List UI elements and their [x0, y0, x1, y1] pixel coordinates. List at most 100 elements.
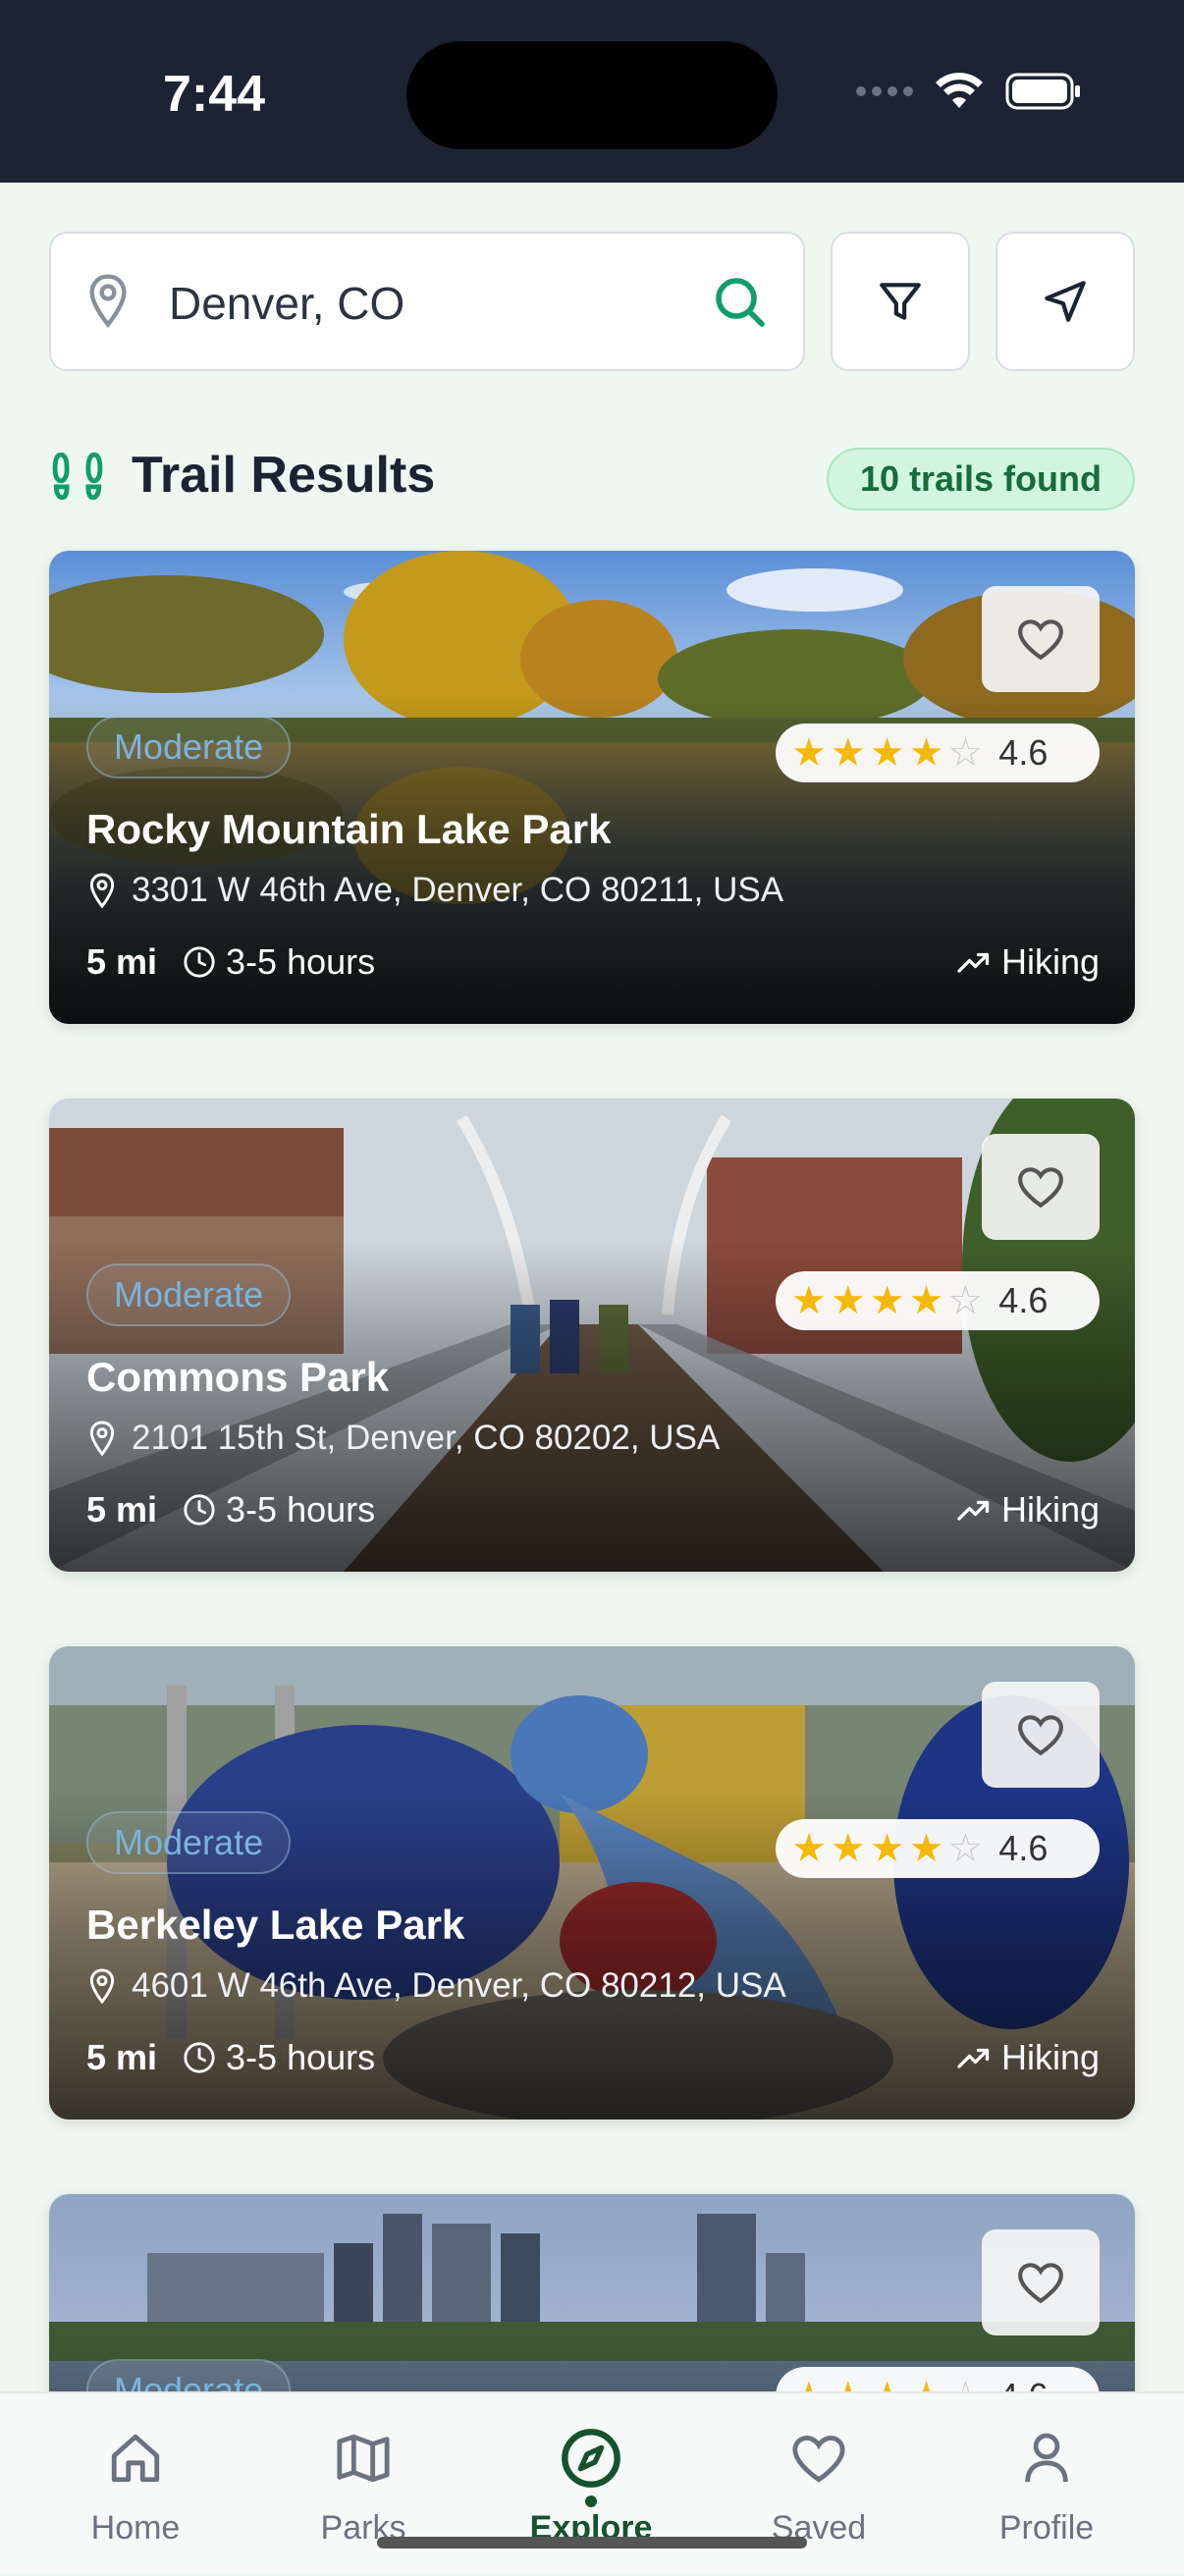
location-pin-icon: [89, 274, 127, 328]
trail-distance: 5 mi: [86, 1489, 158, 1530]
search-icon[interactable]: [713, 275, 768, 330]
tab-label: Profile: [998, 2509, 1095, 2547]
trail-type-text: Hiking: [1000, 1489, 1100, 1530]
star-full-icon: ★: [830, 731, 866, 775]
active-tab-indicator: [585, 2496, 597, 2507]
clock-icon: [184, 1494, 215, 1526]
dynamic-island: [406, 41, 778, 149]
results-title: Trail Results: [132, 447, 436, 504]
trail-address: 2101 15th St, Denver, CO 80202, USA: [86, 1419, 720, 1458]
tab-parks[interactable]: Parks: [265, 2393, 461, 2576]
location-pin-icon: [89, 1421, 115, 1457]
tab-profile[interactable]: Profile: [948, 2393, 1145, 2576]
star-full-icon: ★: [869, 1279, 905, 1322]
trail-activity-type: Hiking: [956, 2037, 1100, 2078]
current-location-button[interactable]: [996, 232, 1135, 371]
trail-card[interactable]: ★ ★ ★ ★ ☆ 4.6 Moderate Berkeley Lake Par…: [49, 1646, 1135, 2120]
location-pin-icon: [89, 1968, 115, 2005]
status-bar: 7:44: [0, 0, 1184, 183]
star-full-icon: ★: [908, 1827, 944, 1870]
map-icon: [337, 2434, 390, 2483]
trail-address-text: 4601 W 46th Ave, Denver, CO 80212, USA: [132, 1966, 786, 2005]
search-location-value: Denver, CO: [169, 278, 405, 329]
trail-stats: 5 mi 3-5 hours: [86, 1489, 375, 1530]
star-full-icon: ★: [830, 1827, 866, 1870]
heart-icon: [1018, 1715, 1063, 1756]
trail-duration-text: 3-5 hours: [226, 2037, 376, 2077]
trending-up-icon: [957, 1500, 990, 1521]
location-pin-icon: [89, 873, 115, 909]
favorite-button[interactable]: [982, 1134, 1100, 1240]
trail-duration: 3-5 hours: [183, 1489, 375, 1530]
trail-address-text: 3301 W 46th Ave, Denver, CO 80211, USA: [132, 871, 784, 909]
rating-value: 4.6: [998, 1828, 1049, 1868]
star-full-icon: ★: [831, 2377, 866, 2391]
rating-value: 4.6: [998, 1280, 1049, 1320]
favorite-button[interactable]: [982, 2229, 1100, 2335]
trail-address-text: 2101 15th St, Denver, CO 80202, USA: [132, 1419, 721, 1457]
filter-icon: [880, 283, 921, 320]
star-empty-icon: ☆: [947, 2377, 983, 2391]
trail-stats: 5 mi 3-5 hours: [86, 941, 375, 983]
star-full-icon: ★: [791, 1827, 827, 1870]
footprints-icon: [52, 452, 103, 501]
trail-duration: 3-5 hours: [183, 2037, 375, 2078]
status-time: 7:44: [163, 66, 266, 123]
trail-card[interactable]: ★ ★ ★ ★ ☆ 4.6 Moderate Rocky Mountain La…: [49, 551, 1135, 1024]
heart-icon: [1018, 1167, 1063, 1208]
star-full-icon: ★: [791, 2377, 827, 2391]
trail-duration-text: 3-5 hours: [226, 1489, 376, 1530]
trail-distance: 5 mi: [86, 941, 158, 982]
location-search-input[interactable]: Denver, CO: [49, 232, 805, 371]
trail-name: Berkeley Lake Park: [86, 1902, 465, 1948]
trail-card[interactable]: ★ ★ ★ ★ ☆ 4.6 Moderate Commons Park 2101…: [49, 1099, 1135, 1572]
star-full-icon: ★: [830, 1279, 866, 1322]
filter-button[interactable]: [831, 232, 970, 371]
heart-icon: [792, 2436, 845, 2483]
home-indicator[interactable]: [377, 2537, 807, 2549]
main-content: Denver, CO Trail Results 10 trails found: [0, 183, 1184, 2391]
compass-icon: [562, 2429, 620, 2488]
wifi-icon: [936, 73, 983, 108]
rating-badge: ★ ★ ★ ★ ☆ 4.6: [776, 1271, 1100, 1330]
tab-home[interactable]: Home: [37, 2393, 234, 2576]
battery-icon: [1005, 73, 1080, 110]
navigation-arrow-icon: [1045, 281, 1086, 322]
trail-name: Commons Park: [86, 1354, 390, 1400]
star-empty-icon: ☆: [947, 1827, 984, 1870]
tab-explore[interactable]: Explore: [493, 2393, 689, 2576]
trail-card[interactable]: ★ ★ ★ ★ ☆ 4.6 Moderate: [49, 2194, 1135, 2391]
trail-distance: 5 mi: [86, 2037, 158, 2077]
star-full-icon: ★: [791, 731, 827, 775]
star-full-icon: ★: [869, 731, 905, 775]
tab-saved[interactable]: Saved: [721, 2393, 917, 2576]
cellular-signal-icon: [856, 86, 913, 96]
difficulty-badge: Moderate: [86, 1263, 292, 1326]
rating-badge: ★ ★ ★ ★ ☆ 4.6: [776, 1819, 1100, 1878]
trail-address: 3301 W 46th Ave, Denver, CO 80211, USA: [86, 871, 783, 910]
star-full-icon: ★: [908, 1279, 944, 1322]
rating-value: 4.6: [998, 732, 1049, 773]
home-icon: [111, 2434, 160, 2483]
rating-badge: ★ ★ ★ ★ ☆ 4.6: [776, 2367, 1100, 2391]
star-full-icon: ★: [869, 1827, 905, 1870]
difficulty-badge: Moderate: [86, 2359, 292, 2391]
trail-activity-type: Hiking: [956, 1489, 1100, 1530]
trail-stats: 5 mi 3-5 hours: [86, 2037, 375, 2078]
tab-label: Home: [90, 2509, 181, 2547]
favorite-button[interactable]: [982, 586, 1100, 692]
trending-up-icon: [957, 2048, 990, 2068]
heart-icon: [1018, 2263, 1063, 2304]
star-full-icon: ★: [870, 2377, 905, 2391]
difficulty-badge: Moderate: [86, 1811, 292, 1874]
trail-duration: 3-5 hours: [183, 941, 375, 983]
star-full-icon: ★: [909, 2377, 944, 2391]
user-icon: [1025, 2433, 1068, 2483]
trail-type-text: Hiking: [1000, 941, 1100, 982]
trail-duration-text: 3-5 hours: [226, 941, 376, 982]
difficulty-badge: Moderate: [86, 716, 292, 778]
clock-icon: [184, 946, 215, 978]
trail-address: 4601 W 46th Ave, Denver, CO 80212, USA: [86, 1966, 786, 2006]
favorite-button[interactable]: [982, 1682, 1100, 1788]
trail-type-text: Hiking: [1000, 2037, 1100, 2077]
